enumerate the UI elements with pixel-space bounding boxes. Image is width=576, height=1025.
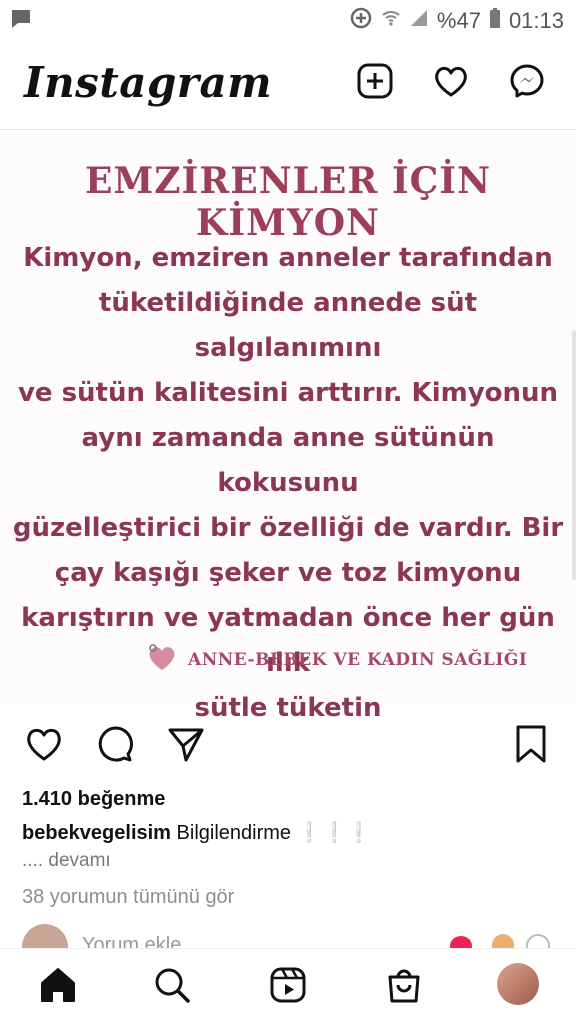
header-divider	[0, 129, 576, 130]
body-line: ve sütün kalitesini arttırır. Kimyonun	[17, 378, 559, 408]
add-emoji-icon[interactable]	[526, 934, 550, 948]
body-line: çay kaşığı şeker ve toz kimyonu	[54, 558, 522, 588]
message-icon	[10, 8, 32, 35]
wifi-icon	[381, 8, 401, 34]
bookmark-icon[interactable]	[514, 724, 548, 769]
battery-icon	[489, 7, 501, 35]
app-header: Instagram	[0, 44, 576, 126]
post-caption: bebekvegelisim Bilgilendirme ❕❕❕	[22, 820, 371, 845]
profile-avatar[interactable]	[497, 963, 539, 1005]
clock: 01:13	[508, 8, 564, 33]
share-icon[interactable]	[166, 724, 206, 769]
post-image-title: EMZİRENLER İÇİN KİMYON	[84, 160, 492, 244]
comment-input[interactable]: Yorum ekle...	[82, 934, 198, 948]
like-count[interactable]: 1.410 beğenme	[22, 788, 165, 811]
clap-emoji-icon[interactable]	[492, 934, 514, 948]
shop-icon[interactable]	[384, 965, 424, 1010]
reels-icon[interactable]	[268, 965, 308, 1010]
messenger-icon[interactable]	[508, 62, 546, 105]
comment-icon[interactable]	[96, 724, 136, 769]
body-line: Kimyon, emziren anneler tarafından	[23, 243, 553, 273]
heart-stethoscope-icon	[146, 642, 178, 677]
scrollbar[interactable]	[572, 330, 576, 580]
new-post-icon[interactable]	[356, 62, 394, 105]
body-line: güzelleştirici bir özelliği de vardır. B…	[12, 513, 564, 543]
like-heart-icon[interactable]	[24, 724, 64, 769]
battery-percent: %47	[436, 8, 481, 33]
bottom-nav	[0, 948, 576, 1025]
comment-row: Yorum ekle...	[0, 924, 576, 948]
post-image-brand: ANNE-BEBEK VE KADIN SAĞLIĞI	[146, 642, 527, 677]
read-more-link[interactable]: .... devamı	[22, 850, 111, 872]
heart-emoji-icon[interactable]	[450, 936, 472, 948]
caption-username[interactable]: bebekvegelisim	[22, 822, 171, 844]
status-bar: %47 01:13	[0, 0, 576, 40]
post-actions	[0, 724, 576, 776]
comment-avatar	[22, 924, 68, 948]
search-icon[interactable]	[152, 965, 192, 1010]
body-line: tüketildiğinde annede süt salgılanımını	[98, 288, 478, 363]
caption-text: Bilgilendirme ❕❕❕	[176, 822, 372, 844]
body-line: aynı zamanda anne sütünün kokusunu	[81, 423, 495, 498]
signal-icon	[409, 8, 429, 34]
home-icon[interactable]	[38, 965, 78, 1010]
view-comments-link[interactable]: 38 yorumun tümünü gör	[22, 886, 234, 909]
instagram-logo[interactable]: Instagram	[24, 58, 272, 107]
activity-heart-icon[interactable]	[432, 62, 470, 105]
data-saver-icon	[349, 6, 373, 36]
brand-text: ANNE-BEBEK VE KADIN SAĞLIĞI	[188, 649, 528, 670]
